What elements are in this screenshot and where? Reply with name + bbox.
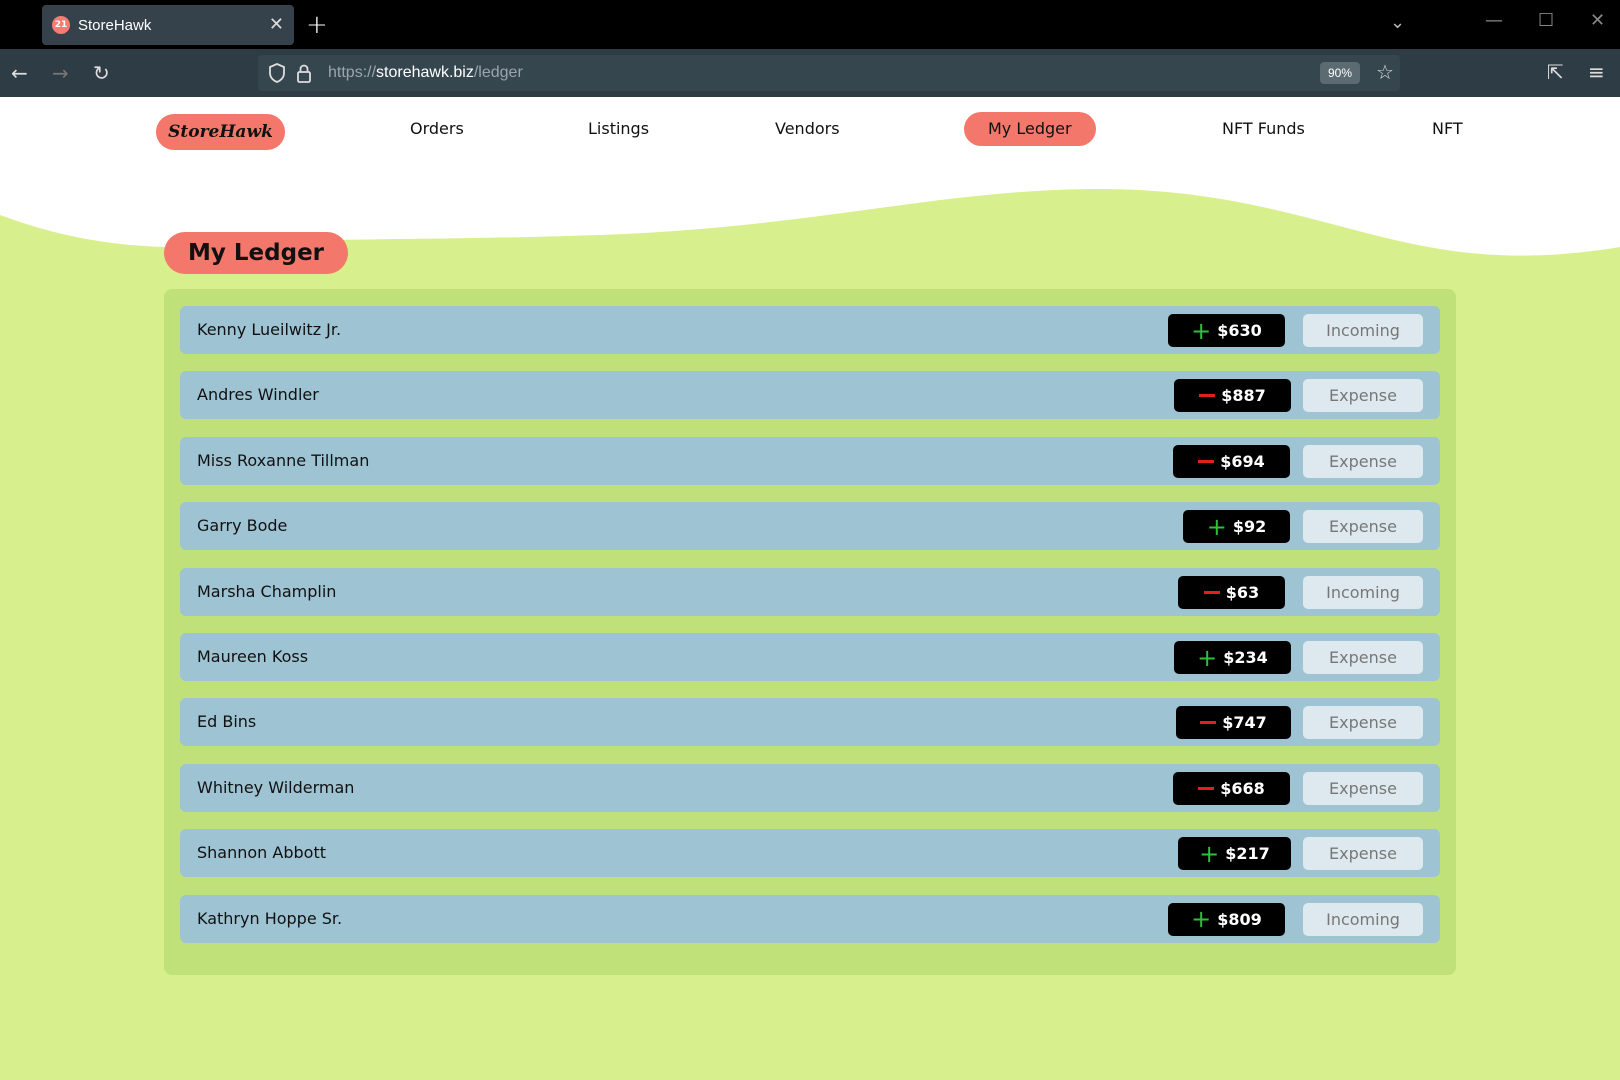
ledger-row-name: Garry Bode — [197, 516, 288, 536]
extensions-icon[interactable]: ⇱ — [1547, 60, 1564, 84]
ledger-row-name: Andres Windler — [197, 385, 319, 405]
close-window-icon[interactable]: ✕ — [1590, 10, 1605, 31]
minus-icon — [1198, 459, 1215, 463]
ledger-row-name: Kenny Lueilwitz Jr. — [197, 320, 342, 339]
page-title: My Ledger — [164, 232, 349, 274]
nav-nft[interactable]: NFT — [1432, 117, 1463, 141]
zoom-level-badge[interactable]: 90% — [1320, 62, 1360, 84]
storehawk-favicon-icon: 21 — [52, 16, 70, 34]
ledger-type-button[interactable]: Expense — [1303, 641, 1423, 674]
ledger-row[interactable]: Miss Roxanne Tillman $694 Expense — [180, 436, 1440, 485]
ledger-row[interactable]: Garry Bode + $92 Expense — [180, 502, 1440, 551]
ledger-amount-badge: + $217 — [1178, 837, 1291, 871]
ledger-row[interactable]: Andres Windler $887 Expense — [180, 371, 1440, 420]
ledger-row[interactable]: Maureen Koss + $234 Expense — [180, 633, 1440, 681]
ledger-amount-value: $234 — [1223, 648, 1268, 667]
minus-icon — [1203, 590, 1220, 594]
browser-tab[interactable]: 21 StoreHawk ✕ — [42, 5, 294, 45]
ledger-row-name: Ed Bins — [197, 712, 257, 732]
nav-my-ledger[interactable]: My Ledger — [964, 112, 1096, 146]
url-text[interactable]: https://storehawk.biz/ledger — [328, 64, 523, 82]
ledger-amount-badge: $63 — [1178, 575, 1285, 609]
ledger-type-button[interactable]: Expense — [1303, 771, 1423, 805]
ledger-row-name: Kathryn Hoppe Sr. — [197, 908, 343, 928]
back-icon[interactable]: ← — [11, 61, 28, 85]
ledger-amount-badge: + $234 — [1174, 641, 1291, 674]
ledger-type-button[interactable]: Expense — [1303, 444, 1423, 478]
reload-icon[interactable]: ↻ — [93, 61, 110, 85]
site-navigation: StoreHawk Orders Listings Vendors My Led… — [0, 97, 1620, 167]
address-bar[interactable]: https://storehawk.biz/ledger 90% ☆ — [258, 55, 1400, 91]
plus-icon: + — [1191, 905, 1212, 934]
ledger-type-button[interactable]: Incoming — [1303, 314, 1423, 347]
ledger-type-button[interactable]: Expense — [1303, 837, 1423, 871]
ledger-type-button[interactable]: Expense — [1303, 706, 1423, 740]
storehawk-logo[interactable]: StoreHawk — [156, 114, 285, 150]
ledger-amount-value: $63 — [1225, 582, 1260, 602]
minus-icon — [1199, 394, 1216, 398]
ledger-type-button[interactable]: Incoming — [1303, 902, 1423, 936]
browser-navbar: ← → ↻ https://storehawk.biz/ledger 90% ☆… — [0, 49, 1620, 97]
plus-icon: + — [1197, 643, 1218, 672]
ledger-row-name: Marsha Champlin — [197, 581, 337, 601]
nav-nft-funds[interactable]: NFT Funds — [1222, 117, 1305, 141]
ledger-amount-value: $747 — [1222, 713, 1267, 733]
ledger-amount-badge: + $809 — [1168, 902, 1285, 936]
plus-icon: + — [1191, 316, 1212, 345]
maximize-icon[interactable]: ☐ — [1538, 10, 1554, 31]
shield-icon[interactable] — [268, 63, 286, 87]
minus-icon — [1200, 721, 1217, 725]
menu-icon[interactable]: ≡ — [1588, 60, 1605, 84]
ledger-row[interactable]: Ed Bins $747 Expense — [180, 698, 1440, 747]
ledger-amount-value: $92 — [1232, 517, 1267, 537]
ledger-amount-badge: + $92 — [1183, 510, 1290, 544]
ledger-amount-value: $887 — [1221, 386, 1266, 406]
close-tab-icon[interactable]: ✕ — [269, 16, 284, 34]
ledger-type-button[interactable]: Expense — [1303, 510, 1423, 544]
nav-vendors[interactable]: Vendors — [775, 117, 840, 141]
ledger-amount-badge: $747 — [1176, 706, 1291, 740]
ledger-row[interactable]: Whitney Wilderman $668 Expense — [180, 763, 1440, 812]
ledger-amount-value: $668 — [1220, 778, 1265, 798]
plus-icon: + — [1206, 512, 1227, 541]
nav-listings[interactable]: Listings — [588, 117, 649, 141]
lock-icon[interactable] — [296, 63, 312, 87]
minimize-icon[interactable]: — — [1485, 10, 1503, 31]
plus-icon: + — [1199, 839, 1220, 868]
ledger-amount-value: $217 — [1225, 844, 1270, 864]
ledger-amount-value: $630 — [1217, 321, 1262, 340]
tab-title: StoreHawk — [78, 16, 152, 34]
ledger-amount-badge: $887 — [1174, 379, 1291, 413]
ledger-amount-value: $694 — [1220, 451, 1265, 471]
ledger-amount-badge: $694 — [1173, 444, 1290, 478]
ledger-type-button[interactable]: Expense — [1303, 379, 1423, 413]
ledger-row-name: Shannon Abbott — [197, 843, 326, 863]
ledger-amount-badge: $668 — [1173, 771, 1290, 805]
ledger-row-name: Maureen Koss — [197, 647, 309, 666]
ledger-type-button[interactable]: Incoming — [1303, 575, 1423, 609]
bookmark-star-icon[interactable]: ☆ — [1376, 60, 1394, 84]
ledger-row[interactable]: Shannon Abbott + $217 Expense — [180, 829, 1440, 878]
forward-icon[interactable]: → — [52, 61, 69, 85]
ledger-amount-value: $809 — [1217, 909, 1262, 929]
ledger-row[interactable]: Kathryn Hoppe Sr. + $809 Incoming — [180, 894, 1440, 943]
ledger-row[interactable]: Kenny Lueilwitz Jr. + $630 Incoming — [180, 306, 1440, 354]
tab-list-chevron-down-icon[interactable]: ⌄ — [1390, 12, 1405, 33]
ledger-amount-badge: + $630 — [1168, 314, 1285, 347]
ledger-row-name: Whitney Wilderman — [197, 777, 355, 797]
ledger-row[interactable]: Marsha Champlin $63 Incoming — [180, 567, 1440, 616]
new-tab-button[interactable]: + — [306, 10, 328, 40]
page-content: StoreHawk Orders Listings Vendors My Led… — [0, 97, 1620, 1080]
minus-icon — [1198, 786, 1215, 790]
nav-orders[interactable]: Orders — [410, 117, 464, 141]
ledger-row-name: Miss Roxanne Tillman — [197, 450, 370, 470]
ledger-panel: Kenny Lueilwitz Jr. + $630 Incoming Andres W… — [164, 289, 1456, 975]
browser-titlebar: 21 StoreHawk ✕ + ⌄ — ☐ ✕ — [0, 0, 1620, 49]
